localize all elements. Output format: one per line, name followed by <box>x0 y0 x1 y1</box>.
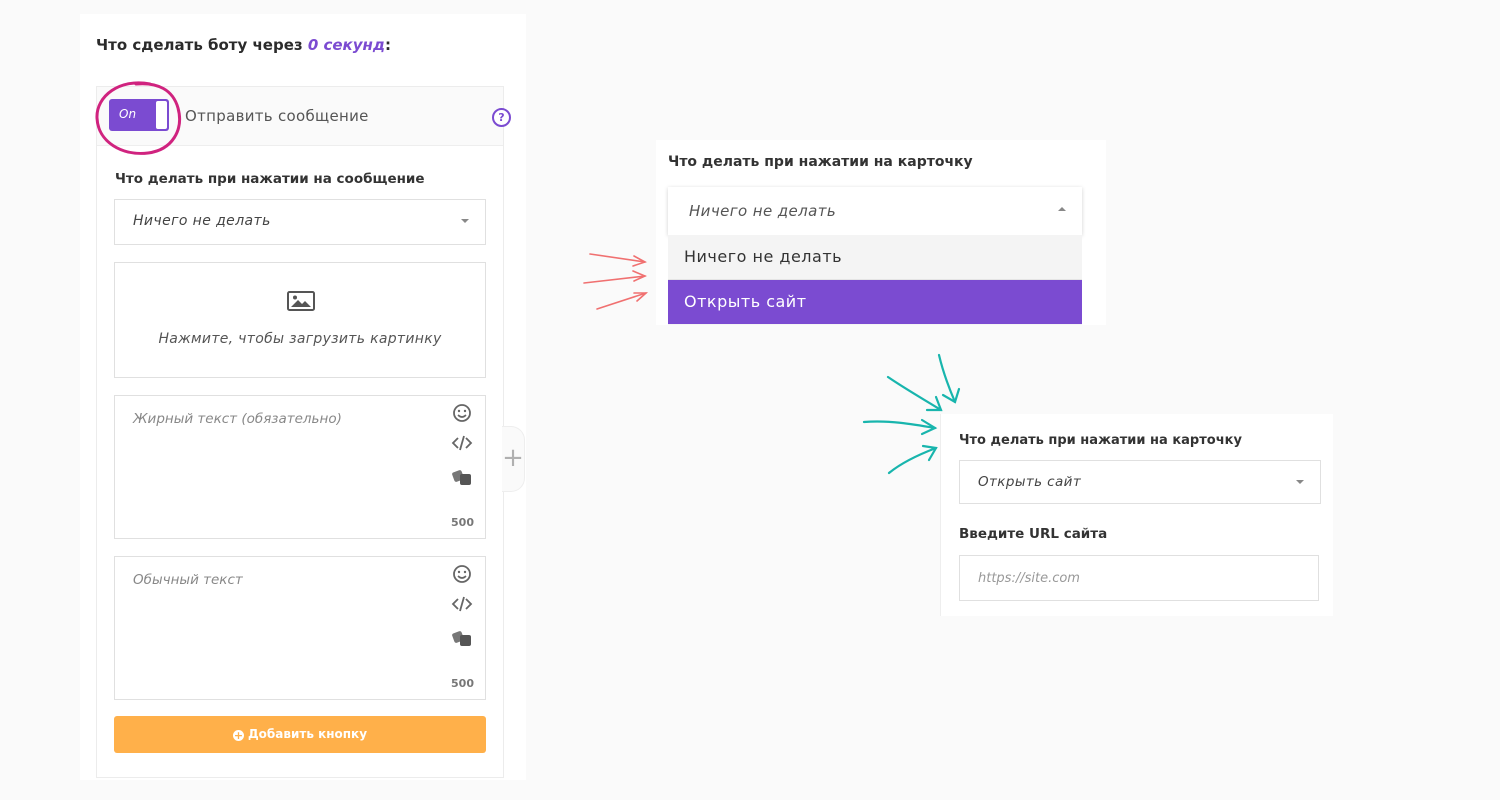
option-do-nothing[interactable]: Ничего не делать <box>668 235 1082 280</box>
chevron-down-icon <box>1296 480 1304 484</box>
url-field[interactable] <box>959 555 1319 601</box>
upload-hint: Нажмите, чтобы загрузить картинку <box>158 331 442 347</box>
emoji-icon[interactable] <box>451 403 473 423</box>
url-input[interactable] <box>960 556 1308 600</box>
card-click-select-open[interactable]: Ничего не делать <box>668 187 1082 235</box>
open-site-result-example: Что делать при нажатии на карточку Откры… <box>940 414 1333 616</box>
toggle-label: On <box>119 107 137 121</box>
bold-text-char-limit: 500 <box>451 516 474 529</box>
bold-text-placeholder: Жирный текст (обязательно) <box>133 411 342 427</box>
add-block-icon[interactable]: + <box>502 426 525 492</box>
plus-circle-icon: + <box>232 729 244 742</box>
plain-text-placeholder: Обычный текст <box>133 572 243 588</box>
variables-icon[interactable] <box>451 628 473 648</box>
image-icon <box>287 291 315 311</box>
bold-text-field[interactable]: Жирный текст (обязательно) 500 <box>114 395 486 539</box>
panel-title: Что сделать боту через 0 секунд: <box>96 36 391 54</box>
variables-icon[interactable] <box>451 467 473 487</box>
toggle-knob <box>156 101 167 129</box>
dropdown-open-example: Что делать при нажатии на карточку Ничег… <box>656 140 1106 325</box>
url-label: Введите URL сайта <box>959 526 1108 542</box>
select-value: Открыть сайт <box>978 474 1082 490</box>
chevron-up-icon <box>1058 207 1066 211</box>
code-icon[interactable] <box>451 433 473 453</box>
enable-toggle[interactable]: On <box>109 99 169 131</box>
delay-link[interactable]: 0 секунд <box>308 36 385 54</box>
card-click-label: Что делать при нажатии на карточку <box>668 154 973 170</box>
card-click-label: Что делать при нажатии на карточку <box>959 433 1242 448</box>
bot-action-panel: Что сделать боту через 0 секунд: On Отпр… <box>80 14 526 780</box>
card-click-select[interactable]: Открыть сайт <box>959 460 1321 504</box>
chevron-down-icon <box>461 219 469 223</box>
message-click-select[interactable]: Ничего не делать <box>114 199 486 245</box>
option-open-site[interactable]: Открыть сайт <box>668 280 1082 324</box>
plain-text-field[interactable]: Обычный текст 500 <box>114 556 486 700</box>
add-button-button[interactable]: + Добавить кнопку <box>114 716 486 753</box>
select-value: Ничего не делать <box>133 213 271 229</box>
message-click-label: Что делать при нажатии на сообщение <box>115 171 425 187</box>
red-arrows <box>583 253 649 310</box>
select-value: Ничего не делать <box>689 202 837 220</box>
message-card-title: Отправить сообщение <box>185 107 369 125</box>
code-icon[interactable] <box>451 594 473 614</box>
plain-text-char-limit: 500 <box>451 677 474 690</box>
image-upload-area[interactable]: Нажмите, чтобы загрузить картинку <box>114 262 486 378</box>
help-icon[interactable]: ? <box>492 108 511 127</box>
dropdown-options: Ничего не делать Открыть сайт <box>668 235 1082 325</box>
emoji-icon[interactable] <box>451 564 473 584</box>
message-card: On Отправить сообщение ? Что делать при … <box>96 86 511 778</box>
message-card-header: On Отправить сообщение ? <box>97 87 511 146</box>
